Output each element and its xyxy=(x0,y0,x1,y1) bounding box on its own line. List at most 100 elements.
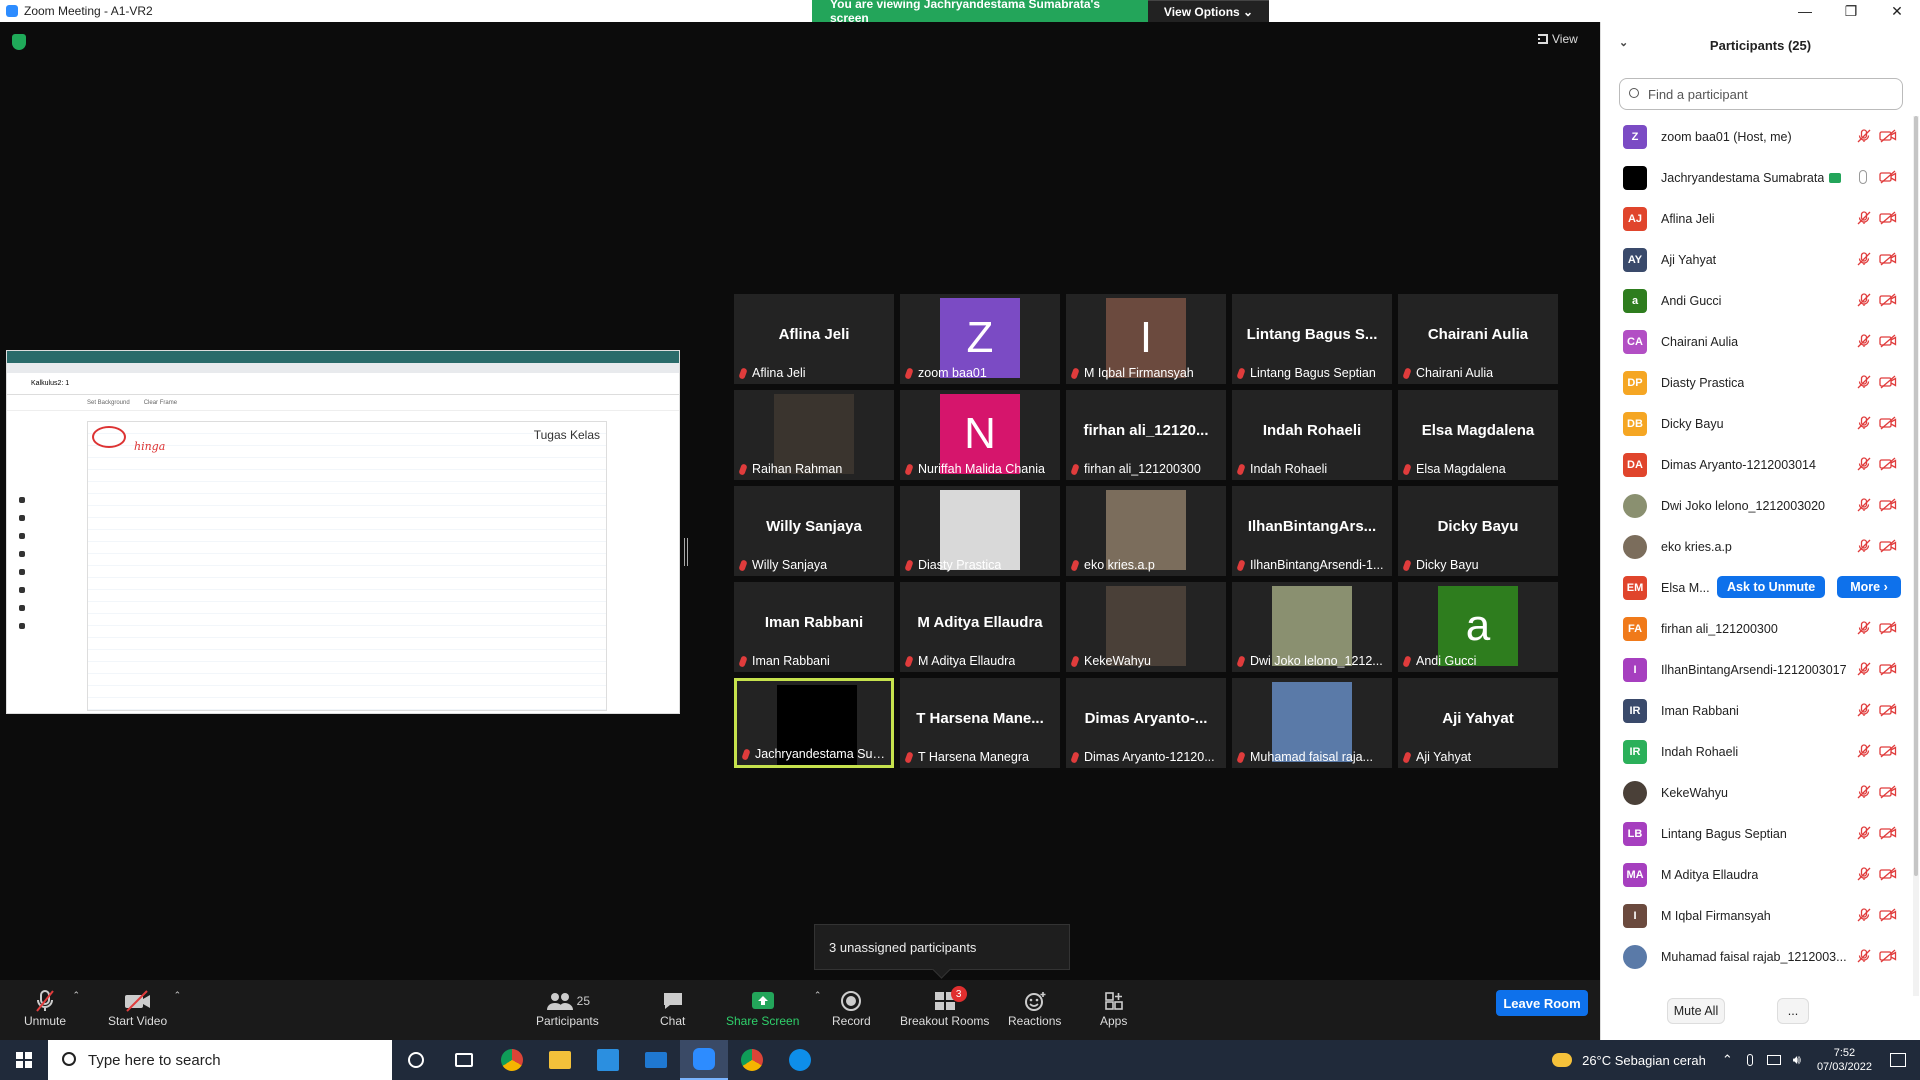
microphone-icon[interactable] xyxy=(1746,1054,1753,1066)
participant-row[interactable]: DP Diasty Prastica xyxy=(1601,362,1913,403)
participant-tile[interactable]: Raihan Rahman xyxy=(734,390,894,480)
cortana-icon[interactable] xyxy=(392,1040,440,1080)
ask-to-unmute-button[interactable]: Ask to Unmute xyxy=(1717,576,1826,598)
zoom-taskbar-icon[interactable] xyxy=(680,1040,728,1080)
mic-muted-icon xyxy=(1857,498,1871,512)
participant-row[interactable]: Jachryandestama Sumabrata xyxy=(1601,157,1913,198)
participant-row[interactable]: FA firhan ali_121200300 xyxy=(1601,608,1913,649)
chat-button[interactable]: Chat xyxy=(660,988,685,1028)
notifications-icon[interactable] xyxy=(1890,1053,1906,1067)
participant-row[interactable]: DB Dicky Bayu xyxy=(1601,403,1913,444)
participant-row[interactable]: eko kries.a.p xyxy=(1601,526,1913,567)
start-button[interactable] xyxy=(0,1040,48,1080)
participant-tile[interactable]: Zzoom baa01 xyxy=(900,294,1060,384)
store-icon[interactable] xyxy=(584,1040,632,1080)
weather-text[interactable]: 26°C Sebagian cerah xyxy=(1582,1053,1706,1068)
participant-row[interactable]: IR Indah Rohaeli xyxy=(1601,731,1913,772)
participant-row[interactable]: Zzoom baa01 (Host, me) xyxy=(1601,116,1913,157)
participant-tile[interactable]: Muhamad faisal raja... xyxy=(1232,678,1392,768)
participant-row[interactable]: Dwi Joko lelono_1212003020 xyxy=(1601,485,1913,526)
participant-row[interactable]: Muhamad faisal rajab_1212003... xyxy=(1601,936,1913,977)
participant-row[interactable]: KekeWahyu xyxy=(1601,772,1913,813)
teamviewer-icon[interactable] xyxy=(776,1040,824,1080)
participant-tile[interactable]: Willy Sanjaya Willy Sanjaya xyxy=(734,486,894,576)
more-options-button[interactable]: ... xyxy=(1777,998,1809,1024)
participant-tile[interactable]: Jachryandestama Sumab... xyxy=(734,678,894,768)
participant-tile[interactable]: Dimas Aryanto-... Dimas Aryanto-12120... xyxy=(1066,678,1226,768)
search-placeholder: Find a participant xyxy=(1648,86,1748,102)
participants-button[interactable]: 25 Participants xyxy=(536,988,599,1028)
mail-icon[interactable] xyxy=(632,1040,680,1080)
participant-tile[interactable]: M Aditya Ellaudra M Aditya Ellaudra xyxy=(900,582,1060,672)
participant-row[interactable]: I M Iqbal Firmansyah xyxy=(1601,895,1913,936)
leave-room-button[interactable]: Leave Room xyxy=(1496,990,1588,1016)
network-icon[interactable] xyxy=(1766,1055,1781,1065)
participant-tile[interactable]: Elsa Magdalena Elsa Magdalena xyxy=(1398,390,1558,480)
participant-tile[interactable]: KekeWahyu xyxy=(1066,582,1226,672)
chrome-icon[interactable] xyxy=(488,1040,536,1080)
participant-tile[interactable]: T Harsena Mane... T Harsena Manegra xyxy=(900,678,1060,768)
tile-display-name: M Aditya Ellaudra xyxy=(917,614,1043,631)
minimize-button[interactable]: — xyxy=(1782,0,1828,22)
close-button[interactable]: ✕ xyxy=(1874,0,1920,22)
participant-tile[interactable]: Diasty Prastica xyxy=(900,486,1060,576)
clock[interactable]: 7:52 07/03/2022 xyxy=(1817,1046,1872,1074)
view-button[interactable]: View xyxy=(1538,32,1578,46)
file-explorer-icon[interactable] xyxy=(536,1040,584,1080)
participant-tile[interactable]: Indah Rohaeli Indah Rohaeli xyxy=(1232,390,1392,480)
participant-row[interactable]: EM Elsa M... Ask to Unmute More › xyxy=(1601,567,1913,608)
participant-tile[interactable]: N Nuriffah Malida Chania xyxy=(900,390,1060,480)
participant-row[interactable]: AY Aji Yahyat xyxy=(1601,239,1913,280)
tile-name-label: Indah Rohaeli xyxy=(1236,462,1327,476)
unmute-button[interactable]: Unmute ⌃ xyxy=(24,988,80,1028)
volume-icon[interactable]: 🔊︎ xyxy=(1793,1052,1801,1068)
chevron-up-icon[interactable]: ⌃ xyxy=(72,990,80,1001)
participant-search-input[interactable]: Find a participant xyxy=(1619,78,1903,110)
participant-row[interactable]: AJ Aflina Jeli xyxy=(1601,198,1913,239)
taskbar-search-input[interactable]: Type here to search xyxy=(48,1040,392,1080)
encryption-shield-icon[interactable] xyxy=(12,34,26,50)
participant-tile[interactable]: Aji Yahyat Aji Yahyat xyxy=(1398,678,1558,768)
participant-row[interactable]: LB Lintang Bagus Septian xyxy=(1601,813,1913,854)
participant-row[interactable]: IR Iman Rabbani xyxy=(1601,690,1913,731)
participant-tile[interactable]: Aflina Jeli Aflina Jeli xyxy=(734,294,894,384)
participant-tile[interactable]: firhan ali_12120... firhan ali_121200300 xyxy=(1066,390,1226,480)
participant-row[interactable]: I IlhanBintangArsendi-1212003017 xyxy=(1601,649,1913,690)
task-view-icon[interactable] xyxy=(440,1040,488,1080)
participant-tile[interactable]: Chairani Aulia Chairani Aulia xyxy=(1398,294,1558,384)
reactions-button[interactable]: Reactions xyxy=(1008,988,1061,1028)
shared-screen[interactable]: Kalkulus2: 1 Set Background Clear Frame … xyxy=(6,350,680,714)
apps-button[interactable]: Apps xyxy=(1100,988,1127,1028)
participant-avatar: CA xyxy=(1623,329,1647,354)
participant-tile[interactable]: Dwi Joko lelono_1212... xyxy=(1232,582,1392,672)
participant-tile[interactable]: eko kries.a.p xyxy=(1066,486,1226,576)
participant-tile[interactable]: Iman Rabbani Iman Rabbani xyxy=(734,582,894,672)
chrome-profile-icon[interactable] xyxy=(728,1040,776,1080)
participant-more-button[interactable]: More › xyxy=(1837,576,1901,598)
breakout-rooms-button[interactable]: 3 Breakout Rooms xyxy=(900,986,989,1028)
chevron-down-icon[interactable]: ⌄ xyxy=(1619,36,1628,49)
participant-tile[interactable]: a Andi Gucci xyxy=(1398,582,1558,672)
participant-list-scrollbar[interactable] xyxy=(1913,116,1919,996)
participant-tile[interactable]: IM Iqbal Firmansyah xyxy=(1066,294,1226,384)
view-options-button[interactable]: View Options ⌄ xyxy=(1148,0,1269,22)
share-screen-button[interactable]: Share Screen ⌃ xyxy=(726,988,821,1028)
participant-tile[interactable]: Dicky Bayu Dicky Bayu xyxy=(1398,486,1558,576)
participant-avatar xyxy=(1623,534,1647,559)
record-button[interactable]: Record xyxy=(832,988,871,1028)
mute-all-button[interactable]: Mute All xyxy=(1667,998,1725,1024)
video-off-icon xyxy=(1879,211,1897,225)
participant-row[interactable]: a Andi Gucci xyxy=(1601,280,1913,321)
split-view-handle[interactable] xyxy=(684,538,688,566)
participant-row[interactable]: CA Chairani Aulia xyxy=(1601,321,1913,362)
chevron-up-icon[interactable]: ⌃ xyxy=(814,990,822,1001)
start-video-button[interactable]: Start Video ⌃ xyxy=(108,988,181,1028)
chevron-up-icon[interactable]: ⌃ xyxy=(174,990,182,1001)
participant-tile[interactable]: Lintang Bagus S... Lintang Bagus Septian xyxy=(1232,294,1392,384)
chevron-up-icon[interactable]: ⌃ xyxy=(1722,1052,1733,1068)
participant-row[interactable]: DA Dimas Aryanto-1212003014 xyxy=(1601,444,1913,485)
participant-row[interactable]: MA M Aditya Ellaudra xyxy=(1601,854,1913,895)
participant-tile[interactable]: IlhanBintangArs... IlhanBintangArsendi-1.… xyxy=(1232,486,1392,576)
maximize-button[interactable]: ❐ xyxy=(1828,0,1874,22)
mic-muted-icon xyxy=(1857,867,1871,881)
